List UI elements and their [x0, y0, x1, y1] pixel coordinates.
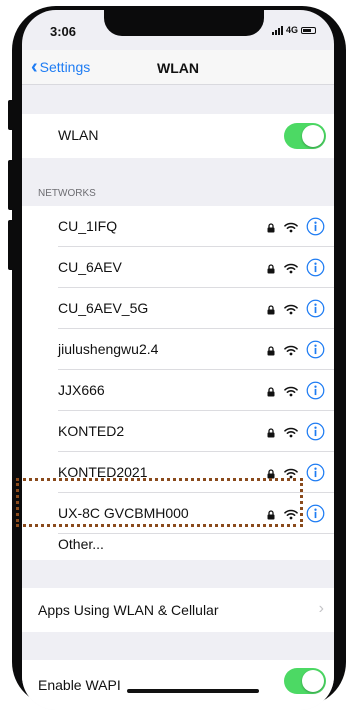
volume-up-button: [8, 160, 14, 210]
network-icons: [266, 381, 325, 405]
lock-icon: [266, 220, 284, 238]
other-network-row[interactable]: Other...: [22, 534, 334, 560]
network-icons: [266, 217, 325, 241]
wifi-icon: [284, 261, 306, 279]
network-name: jiulushengwu2.4: [58, 341, 159, 357]
network-row[interactable]: CU_6AEV_5G: [22, 288, 334, 329]
network-icons: [266, 422, 325, 446]
wapi-toggle[interactable]: [284, 668, 326, 694]
chevron-right-icon: ›: [318, 600, 324, 617]
network-row[interactable]: jiulushengwu2.4: [22, 329, 334, 370]
wifi-icon: [284, 220, 306, 238]
wifi-icon: [284, 384, 306, 402]
network-name: CU_6AEV: [58, 259, 122, 275]
signal-icon: [272, 25, 283, 35]
network-type: 4G: [286, 25, 299, 35]
network-name: JJX666: [58, 382, 105, 398]
lock-icon: [266, 302, 284, 320]
silent-switch: [8, 100, 14, 130]
enable-wapi-label: Enable WAPI: [38, 677, 121, 693]
enable-wapi-row: Enable WAPI: [22, 660, 334, 710]
info-icon[interactable]: [306, 422, 325, 446]
wifi-icon: [284, 302, 306, 320]
status-indicators: 4G: [272, 25, 317, 35]
notch: [104, 10, 264, 36]
network-icons: [266, 258, 325, 282]
wlan-label: WLAN: [58, 127, 99, 143]
network-icons: [266, 299, 325, 323]
network-row[interactable]: KONTED2: [22, 411, 334, 452]
page-title: WLAN: [157, 60, 199, 76]
wlan-toggle-row: WLAN: [22, 114, 334, 158]
info-icon[interactable]: [306, 463, 325, 487]
info-icon[interactable]: [306, 299, 325, 323]
battery-icon: [301, 26, 317, 34]
other-network-label: Other...: [58, 536, 104, 552]
volume-down-button: [8, 220, 14, 270]
info-icon[interactable]: [306, 504, 325, 528]
network-icons: [266, 340, 325, 364]
lock-icon: [266, 384, 284, 402]
info-icon[interactable]: [306, 381, 325, 405]
info-icon[interactable]: [306, 258, 325, 282]
lock-icon: [266, 261, 284, 279]
lock-icon: [266, 425, 284, 443]
network-name: CU_1IFQ: [58, 218, 118, 234]
network-name: CU_6AEV_5G: [58, 300, 149, 316]
status-time: 3:06: [50, 24, 77, 39]
screen: 3:06 4G ‹ Settings WLAN WLAN NETWORKS CU…: [22, 10, 334, 710]
navigation-bar: ‹ Settings WLAN: [22, 50, 334, 85]
lock-icon: [266, 343, 284, 361]
wifi-icon: [284, 343, 306, 361]
home-indicator: [127, 689, 259, 693]
network-row[interactable]: JJX666: [22, 370, 334, 411]
network-row[interactable]: CU_1IFQ: [22, 206, 334, 247]
network-row[interactable]: CU_6AEV: [22, 247, 334, 288]
highlight-box: [16, 478, 303, 527]
network-name: KONTED2: [58, 423, 125, 439]
networks-header: NETWORKS: [38, 188, 96, 199]
apps-using-wlan-label: Apps Using WLAN & Cellular: [38, 602, 219, 618]
apps-using-wlan-row[interactable]: Apps Using WLAN & Cellular ›: [22, 588, 334, 632]
wifi-icon: [284, 425, 306, 443]
wlan-toggle[interactable]: [284, 123, 326, 149]
info-icon[interactable]: [306, 340, 325, 364]
info-icon[interactable]: [306, 217, 325, 241]
